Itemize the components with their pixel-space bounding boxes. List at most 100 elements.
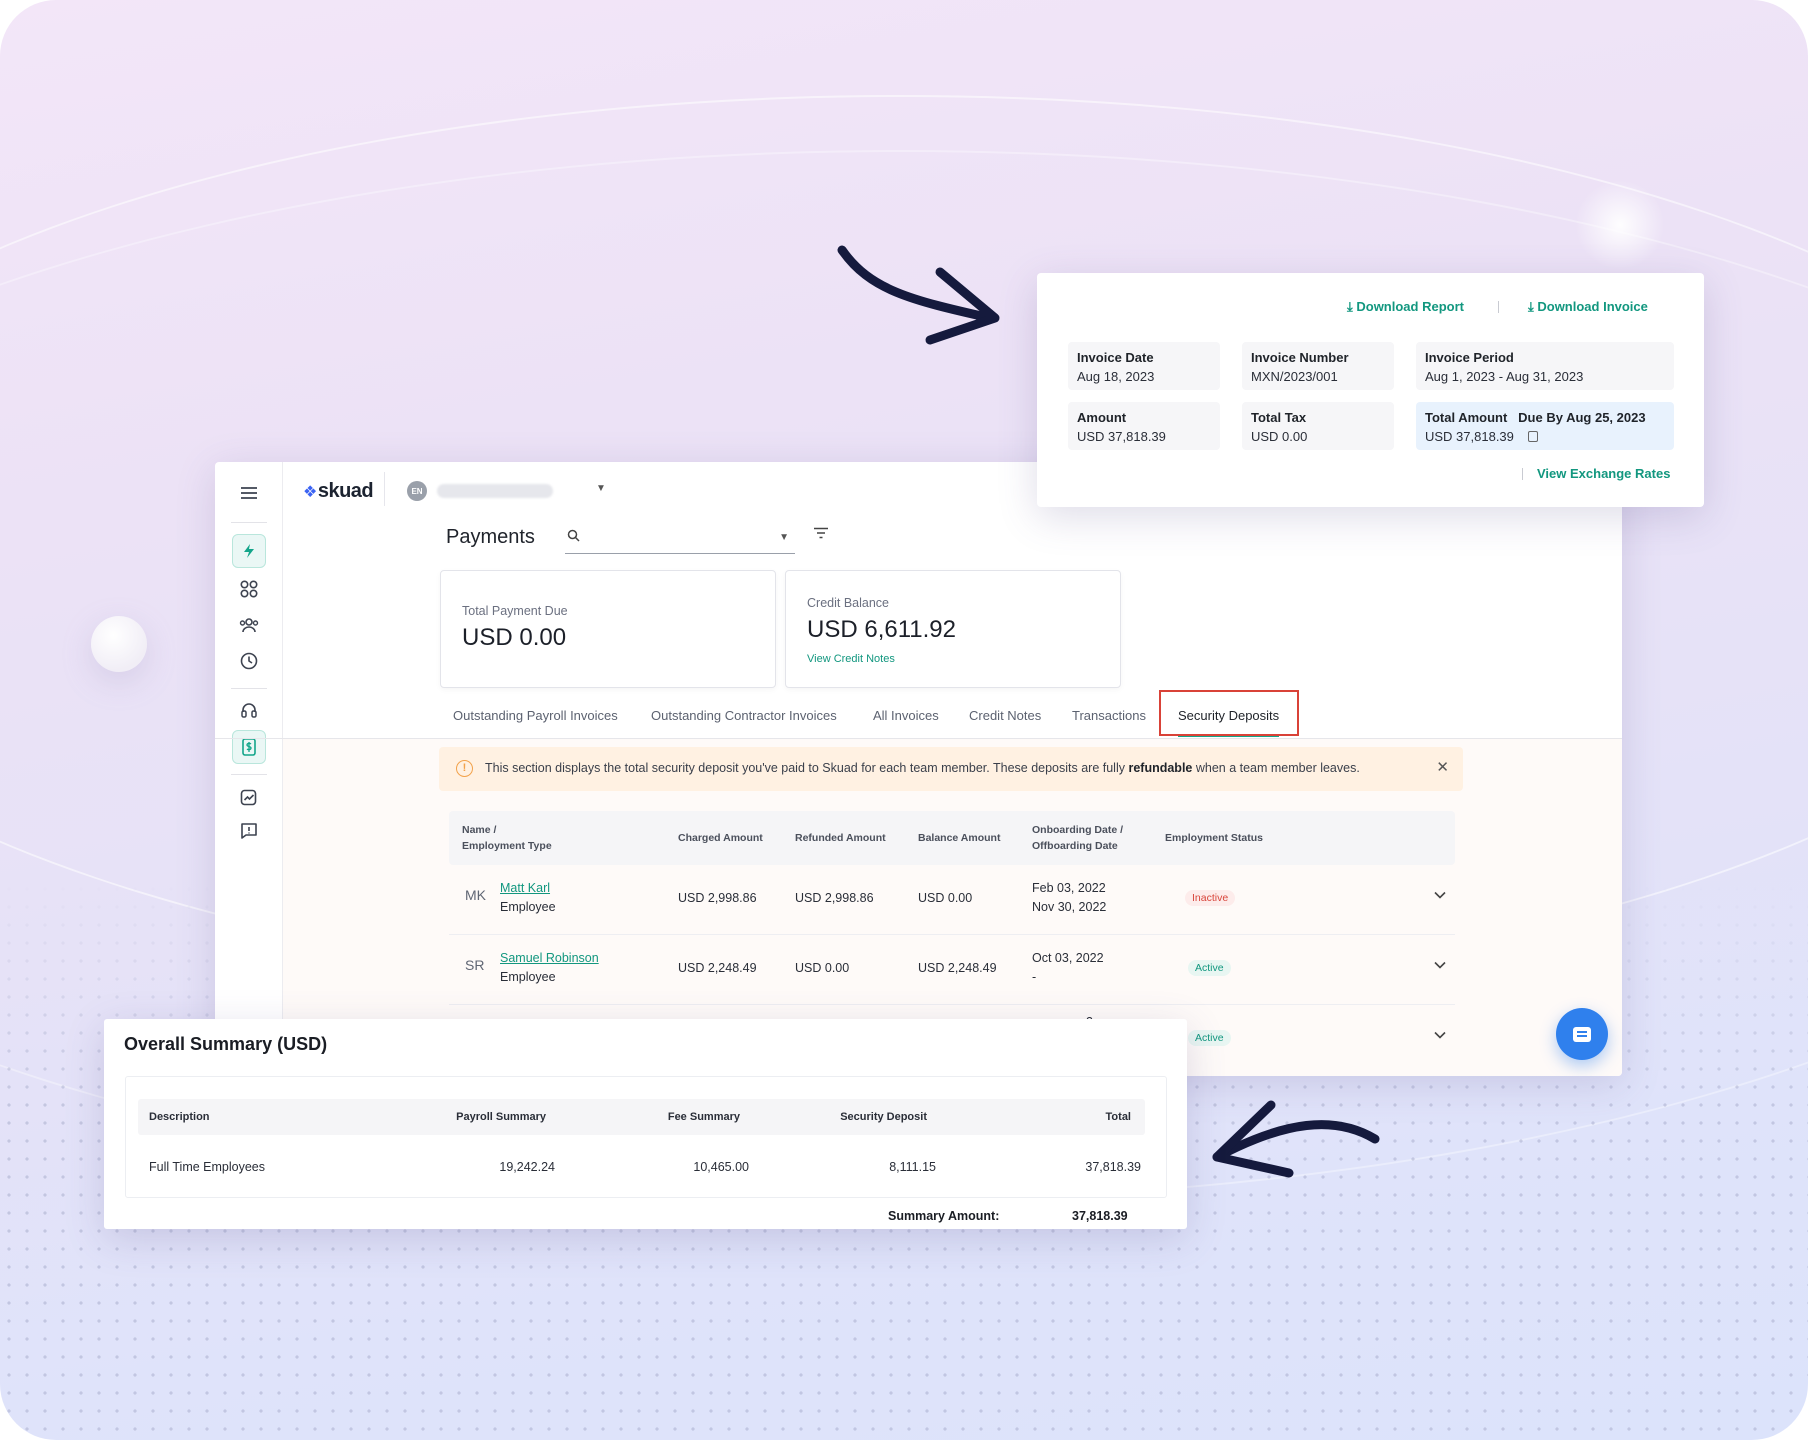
offboarding-date: - [1032, 970, 1037, 984]
fee-summary-value: 10,465.00 [693, 1160, 749, 1174]
stat-label: Total Payment Due [462, 604, 568, 618]
invoice-number-box: Invoice Number MXN/2023/001 [1242, 342, 1394, 390]
skuad-logo[interactable]: ❖skuad [303, 480, 374, 503]
security-deposit-notice: ! This section displays the total securi… [439, 747, 1463, 791]
offboarding-date: Nov 30, 2022 [1032, 900, 1107, 914]
tab-transactions[interactable]: Transactions [1072, 697, 1146, 739]
status-badge: Active [1188, 1030, 1231, 1046]
info-label: Invoice Number [1251, 350, 1349, 365]
stat-value: USD 0.00 [462, 624, 567, 651]
dashboard-grid-icon[interactable] [232, 572, 266, 606]
analytics-icon[interactable] [232, 780, 266, 814]
onboarding-date: Oct 03, 2022 [1032, 951, 1104, 965]
account-dropdown-caret-icon[interactable]: ▼ [596, 483, 606, 494]
total-value: 37,818.39 [1085, 1160, 1141, 1174]
rail-divider [231, 688, 267, 689]
close-icon[interactable]: ✕ [1436, 758, 1449, 776]
tab-credit-notes[interactable]: Credit Notes [969, 697, 1041, 739]
team-icon[interactable] [232, 608, 266, 642]
summary-title: Overall Summary (USD) [124, 1034, 328, 1054]
menu-icon[interactable] [232, 476, 266, 510]
refunded-amount: USD 2,998.86 [795, 891, 874, 905]
lightning-icon[interactable] [232, 534, 266, 568]
search-input[interactable]: ▼ [565, 524, 795, 554]
chat-icon [1573, 1026, 1591, 1042]
info-value: Aug 18, 2023 [1077, 369, 1155, 384]
status-badge: Inactive [1185, 890, 1236, 906]
filter-icon[interactable] [813, 526, 829, 544]
language-badge[interactable]: EN [407, 481, 427, 501]
column-header-description: Description [149, 1111, 210, 1123]
info-icon: ! [456, 760, 473, 777]
tab-outstanding-payroll-invoices[interactable]: Outstanding Payroll Invoices [453, 697, 618, 739]
security-deposit-value: 8,111.15 [889, 1160, 936, 1174]
summary-amount-value: 37,818.39 [1072, 1209, 1128, 1223]
employee-cell: Matt Karl Employee [500, 879, 556, 917]
total-tax-box: Total Tax USD 0.00 [1242, 402, 1394, 450]
table-row[interactable]: SR Samuel Robinson Employee USD 2,248.49 … [449, 935, 1455, 1005]
rail-divider [231, 774, 267, 775]
avatar: SR [465, 957, 485, 973]
chat-button[interactable] [1556, 1008, 1608, 1060]
employment-type: Employee [500, 970, 556, 984]
column-header-security-deposit: Security Deposit [840, 1111, 927, 1123]
tab-outstanding-contractor-invoices[interactable]: Outstanding Contractor Invoices [651, 697, 837, 739]
info-label: Invoice Period [1425, 350, 1514, 365]
status-badge: Active [1188, 960, 1231, 976]
info-value: Aug 1, 2023 - Aug 31, 2023 [1425, 369, 1584, 384]
employee-name-link[interactable]: Matt Karl [500, 881, 550, 895]
column-header-charged: Charged Amount [678, 832, 763, 844]
header-line: Employment Type [462, 840, 552, 852]
rail-divider [231, 522, 267, 523]
employee-name-link[interactable]: Samuel Robinson [500, 951, 599, 965]
payments-tabs: Outstanding Payroll Invoices Outstanding… [215, 697, 1622, 739]
info-value: USD 37,818.39 [1425, 429, 1538, 444]
clock-icon[interactable] [232, 644, 266, 678]
search-icon [567, 529, 580, 545]
amount-box: Amount USD 37,818.39 [1068, 402, 1220, 450]
download-invoice-link[interactable]: ⤓ Download Invoice [1528, 299, 1648, 315]
chevron-down-icon[interactable] [1434, 886, 1446, 902]
table-row[interactable]: MK Matt Karl Employee USD 2,998.86 USD 2,… [449, 865, 1455, 935]
topbar-divider [384, 472, 385, 506]
payments-app-window: ❖skuad EN ▼ Payments ▼ Total Payment Due… [215, 462, 1622, 1076]
view-exchange-rates-link[interactable]: View Exchange Rates [1537, 466, 1670, 481]
download-invoice-label: Download Invoice [1537, 299, 1648, 314]
info-label: Invoice Date [1077, 350, 1154, 365]
logo-text: skuad [317, 480, 374, 502]
account-name-redacted[interactable] [437, 484, 553, 498]
column-header-refunded: Refunded Amount [795, 832, 886, 844]
header-line: Onboarding Date / [1032, 824, 1124, 836]
header-line: Name / [462, 824, 497, 836]
link-divider [1522, 468, 1523, 480]
summary-amount-label: Summary Amount: [888, 1209, 1000, 1223]
info-label: Amount [1077, 410, 1127, 425]
balance-amount: USD 0.00 [918, 891, 973, 905]
page-title: Payments [446, 526, 535, 548]
decorative-glow [1575, 180, 1665, 270]
column-header-name: Name / Employment Type [462, 822, 552, 854]
feedback-icon[interactable] [232, 814, 266, 848]
link-divider [1498, 301, 1499, 313]
view-credit-notes-link[interactable]: View Credit Notes [807, 653, 895, 665]
info-label: Total Amount Due By Aug 25, 2023 [1425, 410, 1646, 425]
download-report-link[interactable]: ⤓ Download Report [1347, 299, 1464, 315]
stat-value: USD 6,611.92 [807, 616, 956, 643]
invoice-details-card: ⤓ Download Report ⤓ Download Invoice Inv… [1037, 273, 1704, 507]
search-dropdown-caret-icon[interactable]: ▼ [779, 532, 789, 543]
chevron-down-icon[interactable] [1434, 956, 1446, 972]
header-line: Offboarding Date [1032, 840, 1118, 852]
table-header: Name / Employment Type Charged Amount Ref… [449, 811, 1455, 865]
avatar: MK [465, 887, 486, 903]
info-value: USD 37,818.39 [1077, 429, 1166, 444]
security-deposits-highlight-box [1159, 690, 1299, 736]
copy-icon[interactable] [1527, 431, 1538, 442]
notice-bold-text: refundable [1128, 761, 1193, 775]
dates-cell: Feb 03, 2022 Nov 30, 2022 [1032, 879, 1106, 917]
invoice-period-box: Invoice Period Aug 1, 2023 - Aug 31, 202… [1416, 342, 1674, 390]
download-icon: ⤓ [1528, 299, 1538, 314]
employment-type: Employee [500, 900, 556, 914]
employee-cell: Samuel Robinson Employee [500, 949, 599, 987]
tab-all-invoices[interactable]: All Invoices [873, 697, 939, 739]
chevron-down-icon[interactable] [1434, 1026, 1446, 1042]
